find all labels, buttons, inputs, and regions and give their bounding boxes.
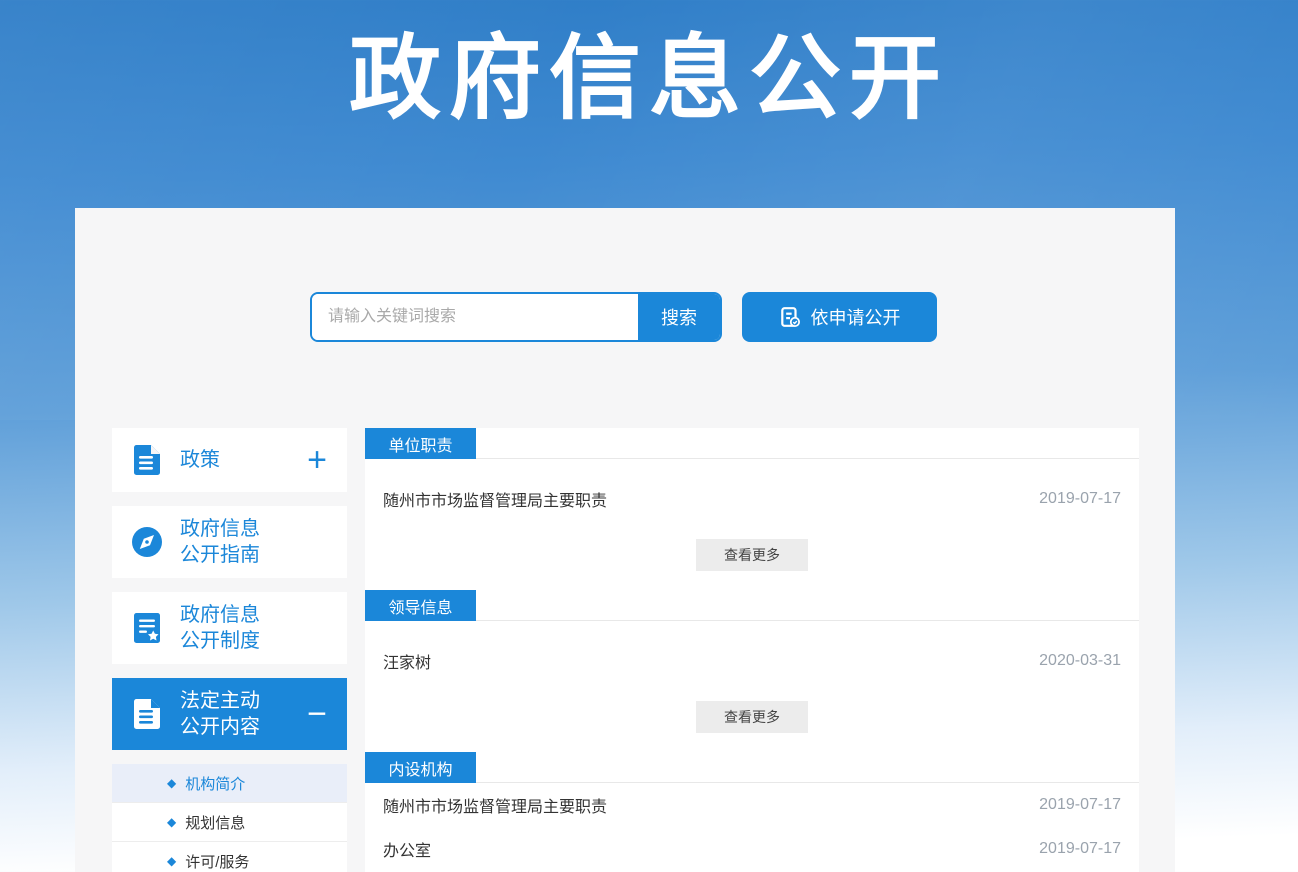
article-date: 2019-07-17 <box>1039 796 1121 814</box>
document-edit-icon <box>779 306 801 328</box>
view-more-button[interactable]: 查看更多 <box>696 701 808 733</box>
list-item[interactable]: 办公室 2019-07-17 <box>365 827 1139 871</box>
sidebar-item-statutory-disclosure[interactable]: 法定主动 公开内容 − <box>112 678 347 750</box>
article-date: 2019-07-17 <box>1039 840 1121 858</box>
sidebar-item-policy[interactable]: 政策 + <box>112 428 347 492</box>
sidebar-item-label: 政府信息 公开制度 <box>180 602 260 654</box>
list-item[interactable]: 随州市市场监督管理局主要职责 2019-07-17 <box>365 471 1139 527</box>
section-header: 内设机构 <box>365 752 1139 783</box>
article-title: 汪家树 <box>383 649 431 673</box>
main-content: 单位职责 随州市市场监督管理局主要职责 2019-07-17 查看更多 领导信息… <box>365 428 1139 872</box>
section-internal-orgs: 内设机构 随州市市场监督管理局主要职责 2019-07-17 办公室 2019-… <box>365 752 1139 871</box>
more-wrap: 查看更多 <box>365 539 1139 571</box>
article-title: 随州市市场监督管理局主要职责 <box>383 487 607 511</box>
section-tab[interactable]: 内设机构 <box>365 752 476 783</box>
view-more-button[interactable]: 查看更多 <box>696 539 808 571</box>
sidebar-item-label: 政策 <box>180 447 220 473</box>
sidebar: 政策 + 政府信息 公开指南 <box>112 428 347 872</box>
expand-icon[interactable]: + <box>307 443 327 477</box>
search-group: 搜索 <box>310 292 722 342</box>
diamond-icon: ◆ <box>167 776 176 790</box>
apply-request-label: 依申请公开 <box>811 304 901 330</box>
content-card: 搜索 依申请公开 政策 <box>75 208 1175 872</box>
sidebar-subitem-label: 机构简介 <box>185 773 245 794</box>
sidebar-subitem-label: 许可/服务 <box>185 851 249 872</box>
search-input[interactable] <box>312 294 638 340</box>
sidebar-subitem-org-intro[interactable]: ◆ 机构简介 <box>112 764 347 803</box>
compass-icon <box>130 525 164 559</box>
document-icon <box>130 443 164 477</box>
list-item[interactable]: 汪家树 2020-03-31 <box>365 633 1139 689</box>
sidebar-item-label: 政府信息 公开指南 <box>180 516 260 568</box>
more-wrap: 查看更多 <box>365 701 1139 733</box>
sidebar-subitem-label: 规划信息 <box>185 812 245 833</box>
document-star-icon <box>130 611 164 645</box>
article-title: 办公室 <box>383 837 431 861</box>
diamond-icon: ◆ <box>167 854 176 868</box>
list-item[interactable]: 随州市市场监督管理局主要职责 2019-07-17 <box>365 783 1139 827</box>
article-date: 2019-07-17 <box>1039 490 1121 508</box>
page-title: 政府信息公开 <box>0 4 1298 137</box>
sidebar-submenu: ◆ 机构简介 ◆ 规划信息 ◆ 许可/服务 <box>112 764 347 872</box>
section-unit-duties: 单位职责 随州市市场监督管理局主要职责 2019-07-17 查看更多 <box>365 428 1139 571</box>
sidebar-item-system[interactable]: 政府信息 公开制度 <box>112 592 347 664</box>
collapse-icon[interactable]: − <box>307 697 327 731</box>
document-icon <box>130 697 164 731</box>
sidebar-subitem-permits-services[interactable]: ◆ 许可/服务 <box>112 842 347 872</box>
sidebar-item-guide[interactable]: 政府信息 公开指南 <box>112 506 347 578</box>
apply-request-button[interactable]: 依申请公开 <box>742 292 937 342</box>
article-title: 随州市市场监督管理局主要职责 <box>383 793 607 817</box>
section-header: 单位职责 <box>365 428 1139 459</box>
section-leadership-info: 领导信息 汪家树 2020-03-31 查看更多 <box>365 590 1139 733</box>
sidebar-subitem-planning-info[interactable]: ◆ 规划信息 <box>112 803 347 842</box>
article-date: 2020-03-31 <box>1039 652 1121 670</box>
section-tab[interactable]: 单位职责 <box>365 428 476 459</box>
sidebar-item-label: 法定主动 公开内容 <box>180 688 260 740</box>
section-tab[interactable]: 领导信息 <box>365 590 476 621</box>
section-header: 领导信息 <box>365 590 1139 621</box>
search-button[interactable]: 搜索 <box>638 294 720 340</box>
diamond-icon: ◆ <box>167 815 176 829</box>
